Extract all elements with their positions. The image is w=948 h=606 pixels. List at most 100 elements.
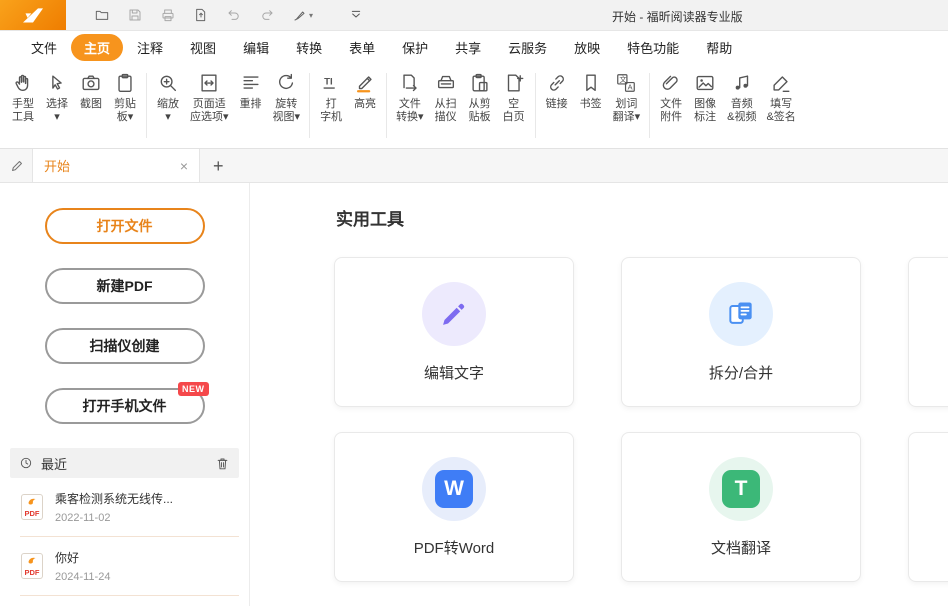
redo-icon[interactable] bbox=[259, 7, 275, 23]
card-partial[interactable] bbox=[908, 432, 948, 582]
pencil-icon bbox=[422, 282, 486, 346]
zoom-icon bbox=[157, 72, 179, 94]
paste-icon bbox=[469, 72, 491, 94]
trash-icon[interactable] bbox=[215, 456, 230, 471]
snapshot-button[interactable]: 截图 bbox=[74, 70, 108, 148]
clipboard-button[interactable]: 剪贴 板▾ bbox=[108, 70, 142, 148]
tool-label: 图像 标注 bbox=[694, 98, 716, 124]
audio-video-button[interactable]: 音频 &视频 bbox=[722, 70, 761, 148]
typewriter-button[interactable]: 打 字机 bbox=[314, 70, 348, 148]
camera-icon bbox=[80, 72, 102, 94]
menu-tab-present[interactable]: 放映 bbox=[561, 34, 613, 61]
open-file-button[interactable]: 打开文件 bbox=[45, 208, 205, 244]
rotate-icon bbox=[275, 72, 297, 94]
fit-options-button[interactable]: 页面适 应选项▾ bbox=[185, 70, 234, 148]
clipboard-icon bbox=[114, 72, 136, 94]
ribbon-separator bbox=[386, 73, 387, 138]
menu-tab-cloud[interactable]: 云服务 bbox=[495, 34, 560, 61]
ribbon-toolbar: 手型 工具 选择 ▾ 截图 剪贴 板▾ 缩放 ▾ 页面适 应选项▾ 重排 旋转 … bbox=[0, 63, 948, 149]
recent-file-title: 乘客检测系统无线传... bbox=[55, 490, 173, 507]
image-annotation-button[interactable]: 图像 标注 bbox=[688, 70, 722, 148]
select-button[interactable]: 选择 ▾ bbox=[40, 70, 74, 148]
card-pdf-to-word[interactable]: W PDF转Word bbox=[334, 432, 574, 582]
from-scanner-button[interactable]: 从扫 描仪 bbox=[429, 70, 463, 148]
brush-icon[interactable]: ▾ bbox=[292, 7, 313, 23]
sign-icon bbox=[770, 72, 792, 94]
menu-tab-features[interactable]: 特色功能 bbox=[614, 34, 692, 61]
close-tab-icon[interactable]: × bbox=[180, 158, 188, 174]
menu-tab-home[interactable]: 主页 bbox=[71, 34, 123, 61]
word-translate-button[interactable]: 划词 翻译▾ bbox=[608, 70, 646, 148]
hand-tool-button[interactable]: 手型 工具 bbox=[6, 70, 40, 148]
tool-label: 文件 转换▾ bbox=[396, 98, 424, 124]
card-doc-translate[interactable]: T 文档翻译 bbox=[621, 432, 861, 582]
save-icon[interactable] bbox=[127, 7, 143, 23]
bookmark-icon bbox=[580, 72, 602, 94]
document-tab-strip: 开始 × + bbox=[0, 149, 948, 183]
tool-label: 缩放 ▾ bbox=[157, 98, 179, 124]
rotate-view-button[interactable]: 旋转 视图▾ bbox=[268, 70, 306, 148]
open-mobile-file-button[interactable]: 打开手机文件 NEW bbox=[45, 388, 205, 424]
tool-label: 文件 附件 bbox=[660, 98, 682, 124]
recent-file-date: 2022-11-02 bbox=[55, 512, 173, 524]
ribbon-mode-icon[interactable] bbox=[348, 7, 364, 23]
menu-tab-help[interactable]: 帮助 bbox=[693, 34, 745, 61]
tool-label: 链接 bbox=[546, 98, 568, 111]
link-icon bbox=[546, 72, 568, 94]
dropdown-arrow: ▾ bbox=[309, 11, 313, 20]
tool-label: 截图 bbox=[80, 98, 102, 111]
ribbon-separator bbox=[649, 73, 650, 138]
tool-label: 旋转 视图▾ bbox=[273, 98, 301, 124]
pdf-file-icon bbox=[20, 552, 44, 580]
reflow-button[interactable]: 重排 bbox=[234, 70, 268, 148]
from-clipboard-button[interactable]: 从剪 贴板 bbox=[463, 70, 497, 148]
reflow-icon bbox=[240, 72, 262, 94]
menu-tab-view[interactable]: 视图 bbox=[177, 34, 229, 61]
open-mobile-file-label: 打开手机文件 bbox=[83, 396, 167, 416]
highlight-button[interactable]: 高亮 bbox=[348, 70, 382, 148]
card-edit-text[interactable]: 编辑文字 bbox=[334, 257, 574, 407]
undo-icon[interactable] bbox=[226, 7, 242, 23]
scanner-create-button[interactable]: 扫描仪创建 bbox=[45, 328, 205, 364]
split-merge-icon bbox=[709, 282, 773, 346]
pen-nib-icon[interactable] bbox=[9, 157, 26, 174]
title-bar: ▾ 开始 - 福昕阅读器专业版 bbox=[0, 0, 948, 31]
menu-tab-protect[interactable]: 保护 bbox=[389, 34, 441, 61]
bookmark-button[interactable]: 书签 bbox=[574, 70, 608, 148]
menu-tab-comment[interactable]: 注释 bbox=[124, 34, 176, 61]
document-tab-start[interactable]: 开始 × bbox=[32, 149, 200, 182]
add-tab-button[interactable]: + bbox=[213, 157, 224, 175]
link-button[interactable]: 链接 bbox=[540, 70, 574, 148]
print-icon[interactable] bbox=[160, 7, 176, 23]
tool-label: 音频 &视频 bbox=[727, 98, 756, 124]
tool-label: 打 字机 bbox=[320, 98, 342, 124]
create-pdf-button[interactable]: 新建PDF bbox=[45, 268, 205, 304]
card-partial[interactable] bbox=[908, 257, 948, 407]
blank-page-button[interactable]: 空 白页 bbox=[497, 70, 531, 148]
highlighter-icon bbox=[354, 72, 376, 94]
menu-tab-form[interactable]: 表单 bbox=[336, 34, 388, 61]
ribbon-separator bbox=[146, 73, 147, 138]
recent-file-date: 2024-11-24 bbox=[55, 571, 110, 583]
cursor-icon bbox=[46, 72, 68, 94]
file-attachment-button[interactable]: 文件 附件 bbox=[654, 70, 688, 148]
recent-file-item[interactable]: 乘客检测系统无线传... 2022-11-02 bbox=[20, 478, 239, 537]
recent-file-item[interactable]: 你好 2024-11-24 bbox=[20, 537, 239, 596]
ribbon-separator bbox=[309, 73, 310, 138]
menu-tab-convert[interactable]: 转换 bbox=[283, 34, 335, 61]
recent-title: 最近 bbox=[41, 454, 215, 473]
new-badge: NEW bbox=[178, 382, 209, 396]
image-icon bbox=[694, 72, 716, 94]
menu-tab-share[interactable]: 共享 bbox=[442, 34, 494, 61]
typewriter-icon bbox=[320, 72, 342, 94]
zoom-button[interactable]: 缩放 ▾ bbox=[151, 70, 185, 148]
fit-page-icon bbox=[198, 72, 220, 94]
menu-tab-edit[interactable]: 编辑 bbox=[230, 34, 282, 61]
export-icon[interactable] bbox=[193, 7, 209, 23]
convert-file-button[interactable]: 文件 转换▾ bbox=[391, 70, 429, 148]
foxit-logo bbox=[0, 0, 66, 30]
menu-tab-file[interactable]: 文件 bbox=[18, 34, 70, 61]
folder-open-icon[interactable] bbox=[94, 7, 110, 23]
fill-sign-button[interactable]: 填写 &签名 bbox=[761, 70, 800, 148]
card-split-merge[interactable]: 拆分/合并 bbox=[621, 257, 861, 407]
